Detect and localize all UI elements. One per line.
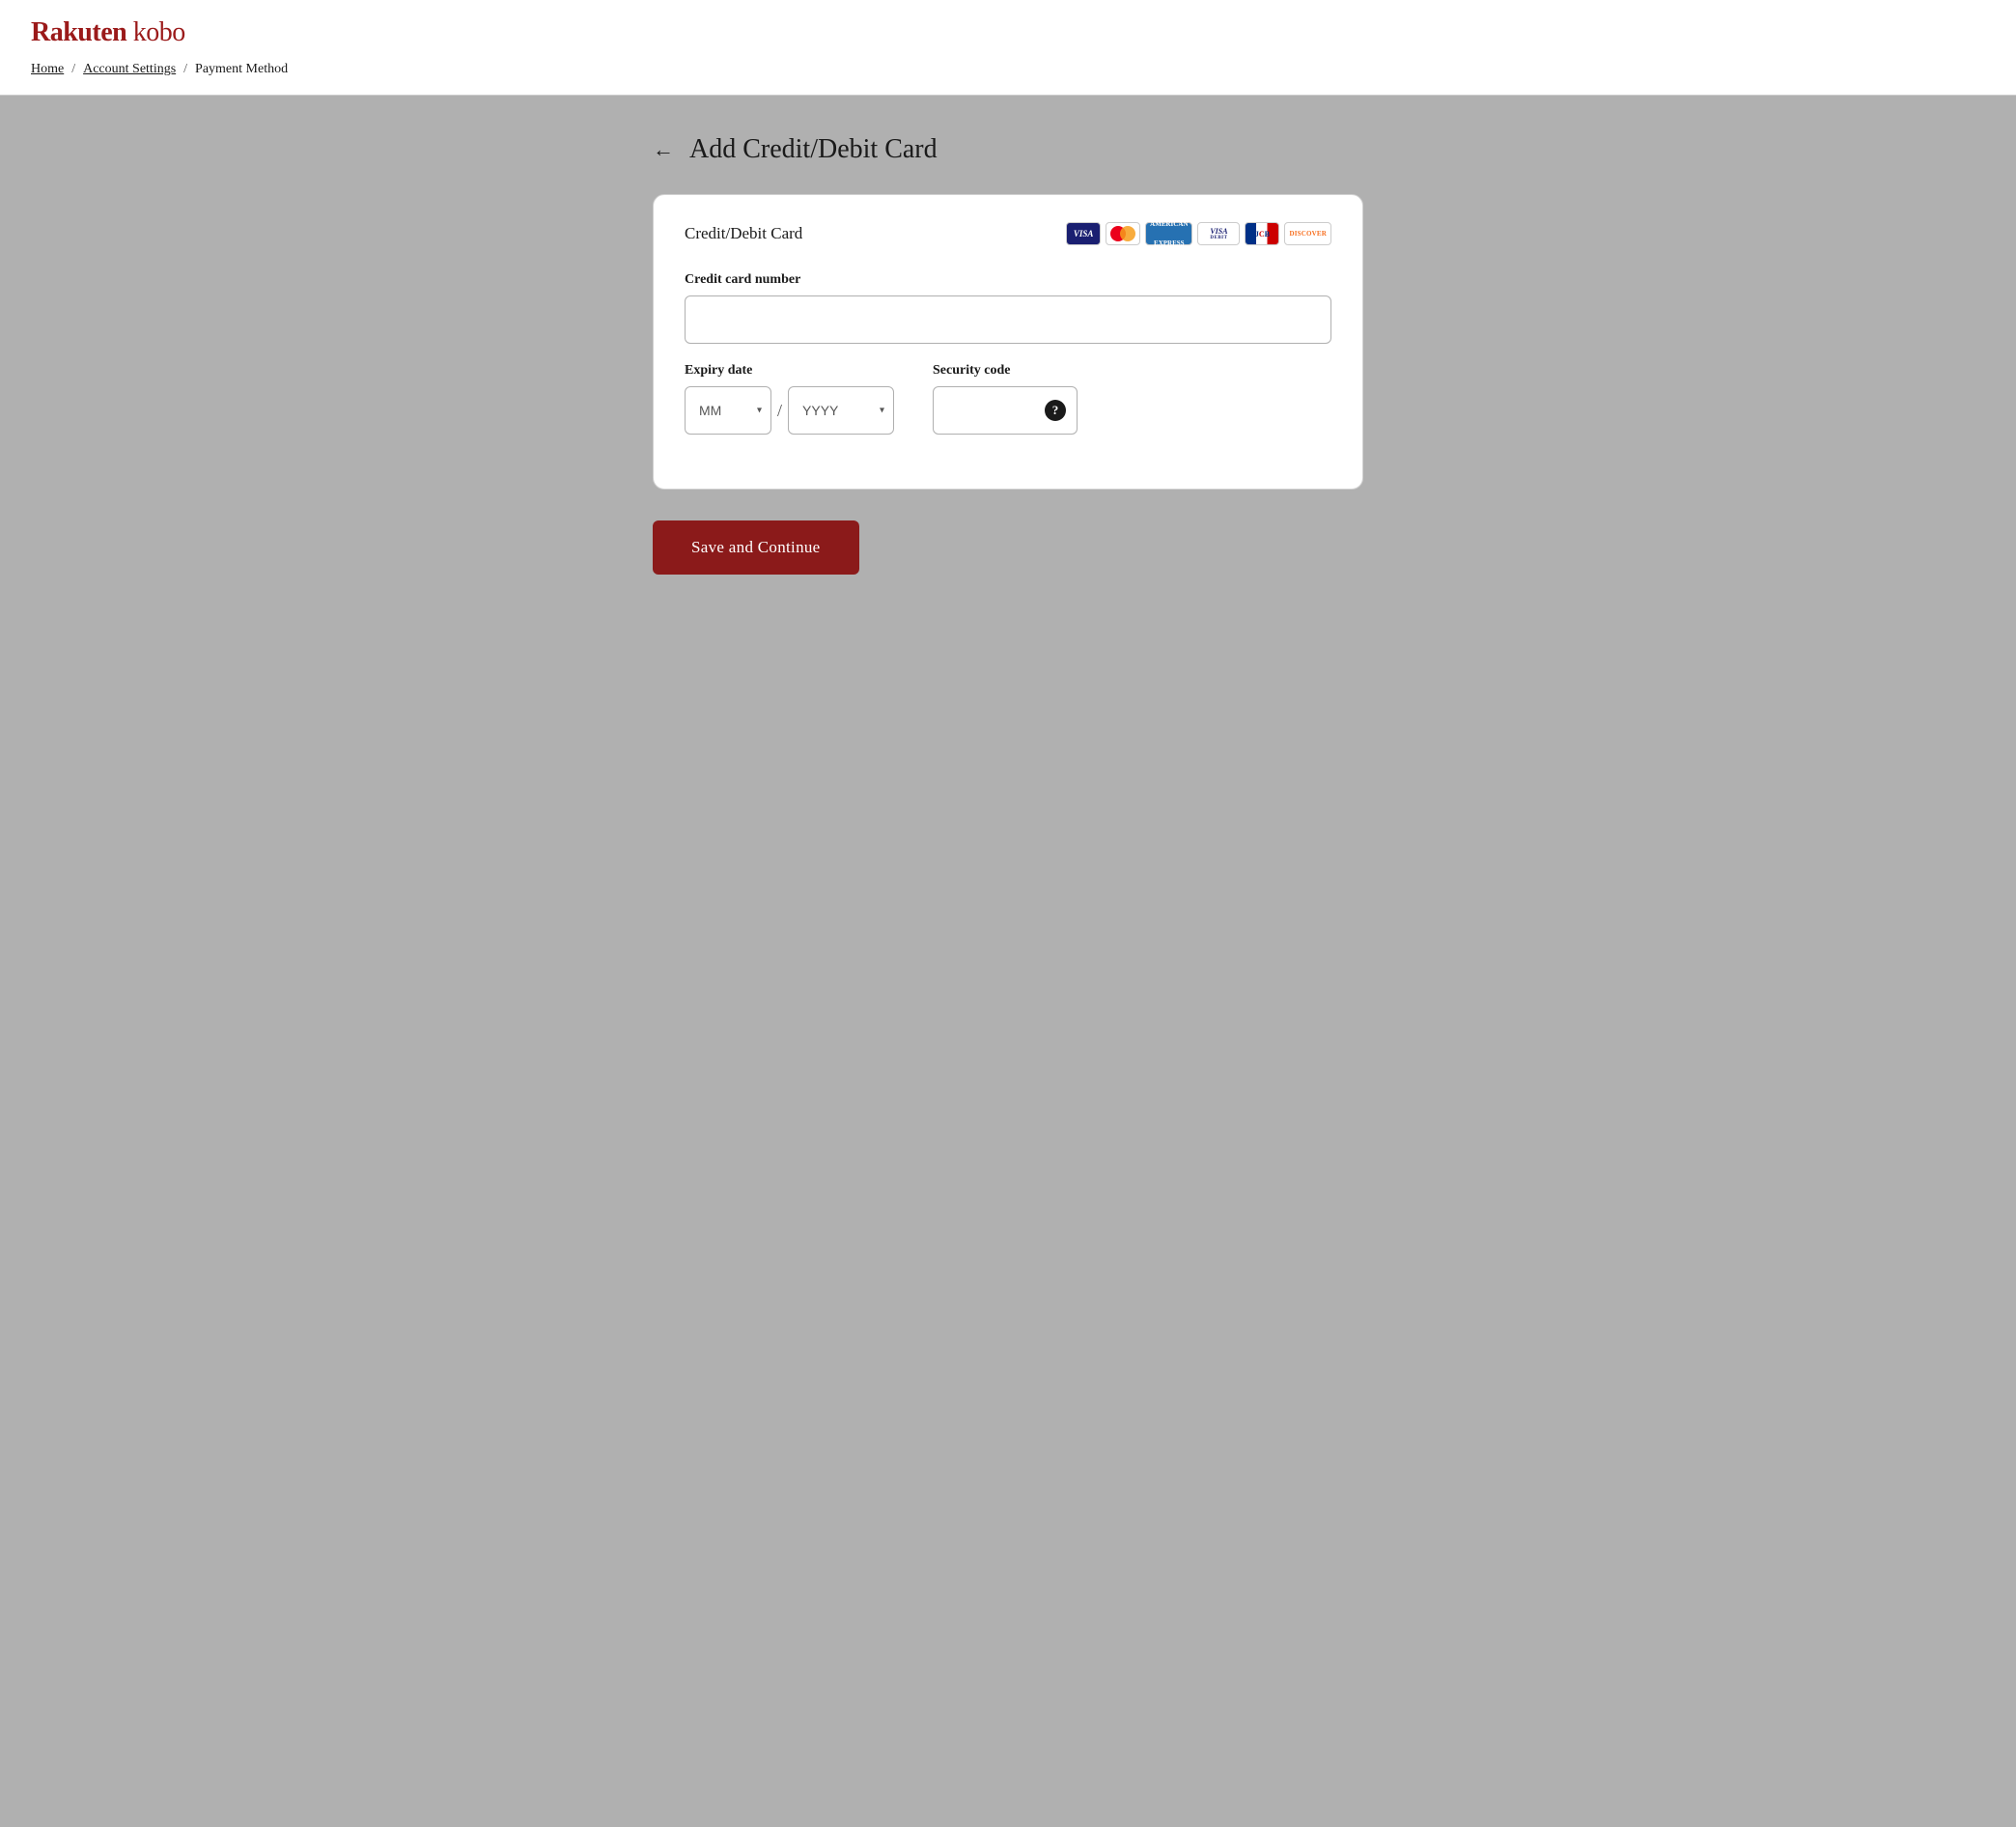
security-group: Security code ? — [933, 363, 1078, 435]
expiry-security-row: Expiry date MM 010203 040506 070809 1011… — [685, 363, 1331, 454]
amex-icon: AMERICANEXPRESS — [1145, 222, 1192, 245]
security-label: Security code — [933, 363, 1078, 379]
visa-icon: VISA — [1066, 222, 1101, 245]
mastercard-icon — [1106, 222, 1140, 245]
logo-rakuten: Rakuten — [31, 17, 126, 47]
card-number-input[interactable] — [685, 295, 1331, 344]
card-number-group: Credit card number — [685, 272, 1331, 344]
breadcrumb-sep-2: / — [183, 62, 187, 77]
back-arrow-button[interactable]: ← — [653, 139, 674, 160]
logo: Rakuten kobo — [31, 17, 1985, 48]
main-content: ← Add Credit/Debit Card Credit/Debit Car… — [622, 96, 1394, 613]
expiry-selects: MM 010203 040506 070809 101112 ▾ / YYYY … — [685, 386, 894, 435]
page-title-row: ← Add Credit/Debit Card — [653, 134, 1363, 165]
breadcrumb-account-settings[interactable]: Account Settings — [83, 62, 176, 77]
month-select-wrapper: MM 010203 040506 070809 101112 ▾ — [685, 386, 771, 435]
card-panel-header: Credit/Debit Card VISA AMERICANEXPRESS V… — [685, 222, 1331, 245]
jcb-icon: JCB — [1245, 222, 1279, 245]
header: Rakuten kobo Home / Account Settings / P… — [0, 0, 2016, 95]
save-continue-button[interactable]: Save and Continue — [653, 520, 859, 575]
date-separator: / — [777, 386, 782, 435]
card-panel: Credit/Debit Card VISA AMERICANEXPRESS V… — [653, 194, 1363, 490]
card-panel-title: Credit/Debit Card — [685, 224, 802, 243]
security-input-wrapper: ? — [933, 386, 1078, 435]
year-select-wrapper: YYYY 202420252026 202720282029 203020312… — [788, 386, 894, 435]
breadcrumb-current: Payment Method — [195, 62, 288, 77]
expiry-group: Expiry date MM 010203 040506 070809 1011… — [685, 363, 894, 435]
breadcrumb-home[interactable]: Home — [31, 62, 64, 77]
card-number-label: Credit card number — [685, 272, 1331, 288]
month-select[interactable]: MM 010203 040506 070809 101112 — [685, 386, 771, 435]
year-select[interactable]: YYYY 202420252026 202720282029 203020312… — [788, 386, 894, 435]
logo-kobo: kobo — [133, 17, 185, 47]
discover-icon: DISCOVER — [1284, 222, 1331, 245]
card-icons: VISA AMERICANEXPRESS VISA DEBIT JCB — [1066, 222, 1331, 245]
expiry-label: Expiry date — [685, 363, 894, 379]
breadcrumb-sep-1: / — [71, 62, 75, 77]
visa-debit-icon: VISA DEBIT — [1197, 222, 1240, 245]
breadcrumb: Home / Account Settings / Payment Method — [31, 62, 1985, 81]
page-title: Add Credit/Debit Card — [689, 134, 938, 165]
security-help-icon[interactable]: ? — [1045, 400, 1066, 421]
